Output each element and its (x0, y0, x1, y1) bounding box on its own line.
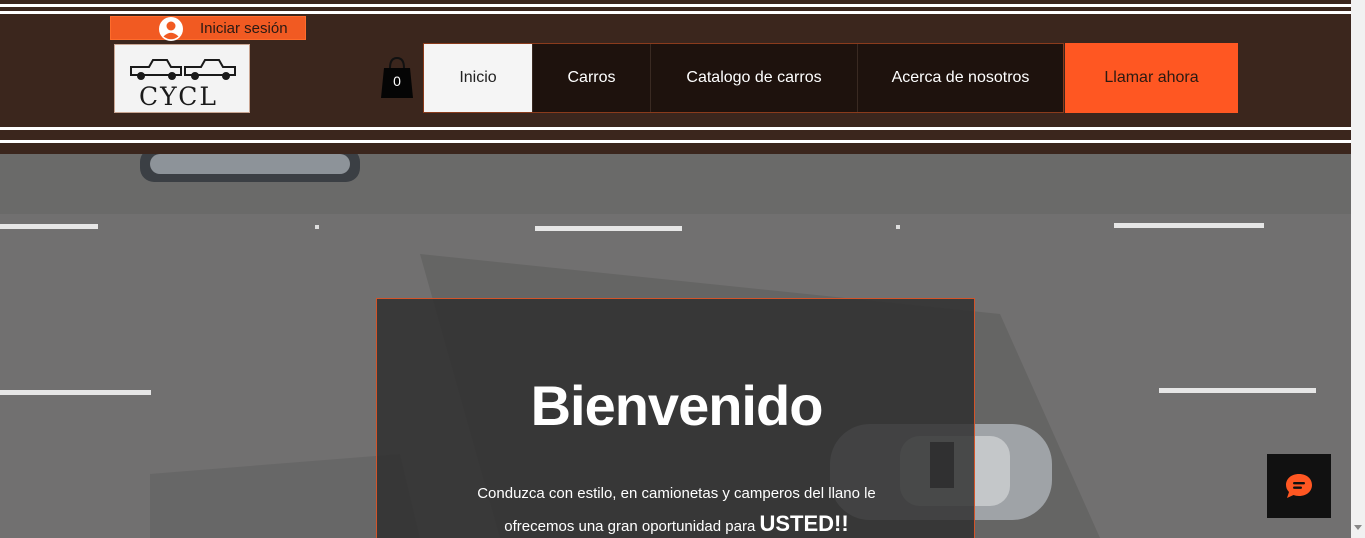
hero-subtitle-line1: Conduzca con estilo, en camionetas y cam… (477, 485, 876, 502)
hero-subtitle-emphasis: USTED!! (759, 511, 849, 536)
login-button[interactable]: Iniciar sesión (110, 16, 306, 41)
header-stripe (0, 11, 1351, 14)
main-nav: Inicio Carros Catalogo de carros Acerca … (423, 43, 1064, 113)
nav-item-acerca[interactable]: Acerca de nosotros (858, 44, 1063, 112)
hero-section: Bienvenido Conduzca con estilo, en camio… (0, 154, 1351, 538)
hero-subtitle-line2-text: ofrecemos una gran oportunidad para (504, 518, 756, 535)
user-avatar-icon (159, 17, 183, 41)
call-now-button[interactable]: Llamar ahora (1065, 43, 1238, 113)
scroll-down-icon[interactable] (1354, 523, 1362, 531)
chat-bubble-icon (1286, 474, 1312, 498)
site-header: Iniciar sesión CYCL 0 Inicio Carros Cata… (0, 0, 1351, 154)
hero-subtitle: Conduzca con estilo, en camionetas y cam… (377, 479, 976, 538)
hero-title: Bienvenido (530, 374, 824, 437)
site-logo[interactable]: CYCL (114, 44, 250, 113)
logo-text: CYCL (139, 82, 218, 111)
nav-item-inicio[interactable]: Inicio (424, 44, 533, 112)
nav-item-catalogo[interactable]: Catalogo de carros (651, 44, 858, 112)
hero-subtitle-line2: ofrecemos una gran oportunidad para USTE… (377, 509, 976, 538)
cart-button[interactable]: 0 (379, 54, 415, 100)
trucks-logo-icon (130, 59, 236, 80)
login-label: Iniciar sesión (200, 20, 288, 37)
header-stripe (0, 140, 1351, 143)
cart-count: 0 (393, 73, 401, 89)
header-stripe (0, 127, 1351, 130)
header-stripe (0, 4, 1351, 7)
nav-item-carros[interactable]: Carros (533, 44, 651, 112)
welcome-panel: Bienvenido Conduzca con estilo, en camio… (376, 298, 975, 538)
page-scrollbar[interactable] (1351, 0, 1365, 538)
chat-button[interactable] (1267, 454, 1331, 518)
